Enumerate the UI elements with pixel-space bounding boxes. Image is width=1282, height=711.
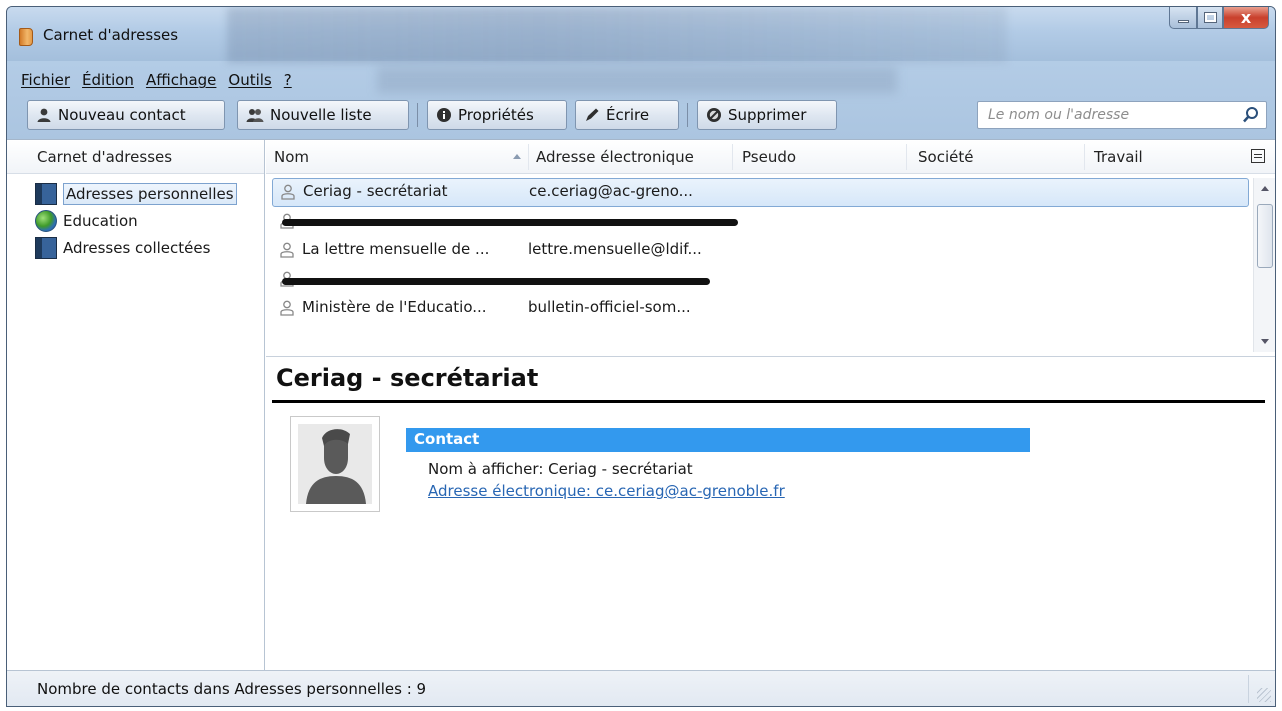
column-divider[interactable]	[528, 144, 529, 170]
sort-ascending-icon	[513, 154, 521, 159]
contact-list-scrollbar[interactable]	[1253, 178, 1275, 352]
new-list-icon	[246, 109, 264, 122]
column-headers: Nom Adresse électronique Pseudo Société …	[266, 140, 1275, 174]
column-divider[interactable]	[1084, 144, 1085, 170]
delete-label: Supprimer	[728, 106, 807, 124]
main-area: Carnet d'adresses Adresses personnelles …	[7, 139, 1275, 706]
contact-section-header: Contact	[406, 428, 1030, 452]
address-book-sidebar: Carnet d'adresses Adresses personnelles …	[7, 140, 265, 670]
menu-bar-background	[377, 67, 897, 93]
title-bar[interactable]: Carnet d'adresses x	[7, 7, 1275, 63]
column-divider[interactable]	[732, 144, 733, 170]
menu-affichage[interactable]: Affichage	[140, 67, 222, 93]
title-bar-background	[227, 7, 1007, 63]
scroll-up-icon[interactable]	[1261, 186, 1269, 191]
status-bar: Nombre de contacts dans Adresses personn…	[7, 670, 1275, 706]
window-title: Carnet d'adresses	[43, 26, 179, 44]
redaction-scribble	[282, 278, 710, 285]
new-contact-button[interactable]: Nouveau contact	[27, 100, 225, 130]
pencil-icon	[586, 108, 599, 121]
status-divider	[1248, 675, 1249, 703]
search-box[interactable]	[977, 101, 1267, 129]
contact-name: Ceriag - secrétariat	[303, 182, 448, 200]
toolbar-separator	[417, 103, 418, 127]
close-button[interactable]: x	[1223, 7, 1269, 29]
address-book-icon	[35, 236, 57, 259]
menu-help[interactable]: ?	[278, 67, 298, 93]
contact-photo	[290, 416, 380, 512]
contact-email: ce.ceriag@ac-greno...	[529, 182, 693, 200]
new-list-label: Nouvelle liste	[270, 106, 372, 124]
contact-list: Nom Adresse électronique Pseudo Société …	[266, 140, 1275, 357]
properties-label: Propriétés	[458, 106, 534, 124]
delete-icon	[707, 108, 721, 122]
toolbar-separator	[687, 103, 688, 127]
contact-name: Ministère de l'Educatio...	[302, 298, 487, 316]
contact-icon	[280, 300, 294, 316]
display-name: Nom à afficher: Ceriag - secrétariat	[428, 460, 693, 478]
table-row[interactable]	[266, 265, 1251, 294]
column-header-societe[interactable]: Société	[918, 148, 973, 166]
maximize-icon	[1204, 13, 1216, 22]
search-icon[interactable]	[1242, 106, 1260, 124]
email-link[interactable]: Adresse électronique: ce.ceriag@ac-greno…	[428, 482, 785, 500]
info-icon	[437, 108, 451, 122]
new-contact-label: Nouveau contact	[58, 106, 186, 124]
column-header-travail[interactable]: Travail	[1094, 148, 1143, 166]
maximize-button[interactable]	[1197, 7, 1223, 29]
menu-edition[interactable]: Édition	[76, 67, 140, 93]
sidebar-item-adresses-personnelles[interactable]: Adresses personnelles	[7, 180, 264, 207]
search-input[interactable]	[986, 102, 1236, 128]
menu-fichier[interactable]: Fichier	[15, 67, 76, 93]
contact-detail-pane: Ceriag - secrétariat Contact Nom à affic…	[266, 358, 1275, 670]
scroll-thumb[interactable]	[1257, 204, 1273, 268]
new-contact-icon	[37, 108, 51, 122]
table-row[interactable]	[266, 207, 1251, 236]
table-row[interactable]: Ceriag - secrétariat ce.ceriag@ac-greno.…	[272, 178, 1249, 207]
sidebar-header: Carnet d'adresses	[7, 140, 264, 174]
title-divider	[272, 400, 1265, 403]
avatar	[298, 424, 372, 504]
column-divider[interactable]	[906, 144, 907, 170]
write-button[interactable]: Écrire	[575, 100, 679, 130]
menu-bar: Fichier Édition Affichage Outils ?	[7, 67, 897, 93]
globe-icon	[35, 209, 57, 232]
resize-grip-icon[interactable]	[1257, 688, 1271, 702]
table-row[interactable]: Ministère de l'Educatio... bulletin-offi…	[266, 294, 1251, 323]
close-icon: x	[1240, 8, 1252, 27]
redaction-scribble	[282, 219, 738, 226]
contact-rows: Ceriag - secrétariat ce.ceriag@ac-greno.…	[266, 178, 1251, 323]
delete-button[interactable]: Supprimer	[697, 100, 837, 130]
column-picker-icon[interactable]	[1251, 149, 1265, 163]
contact-icon	[280, 242, 294, 258]
column-header-adresse[interactable]: Adresse électronique	[536, 148, 694, 166]
address-book-icon	[35, 182, 57, 205]
scroll-down-icon[interactable]	[1261, 339, 1269, 344]
properties-button[interactable]: Propriétés	[427, 100, 567, 130]
minimize-icon	[1177, 20, 1189, 23]
contact-name: La lettre mensuelle de ...	[302, 240, 490, 258]
menu-outils[interactable]: Outils	[222, 67, 277, 93]
contact-detail-title: Ceriag - secrétariat	[276, 364, 539, 392]
sidebar-item-adresses-collectees[interactable]: Adresses collectées	[7, 234, 264, 261]
minimize-button[interactable]	[1169, 7, 1197, 29]
column-header-nom[interactable]: Nom	[274, 148, 309, 166]
contact-icon	[281, 184, 295, 200]
status-text: Nombre de contacts dans Adresses personn…	[37, 680, 427, 698]
write-label: Écrire	[606, 106, 650, 124]
address-book-app-icon	[19, 28, 33, 46]
contact-email: lettre.mensuelle@ldif...	[528, 240, 702, 258]
default-avatar-icon	[306, 429, 366, 504]
contact-email: bulletin-officiel-som...	[528, 298, 691, 316]
table-row[interactable]: La lettre mensuelle de ... lettre.mensue…	[266, 236, 1251, 265]
sidebar-item-label: Adresses personnelles	[63, 182, 237, 205]
toolbar: Nouveau contact Nouvelle liste Propriété…	[7, 97, 1275, 133]
sidebar-item-label: Adresses collectées	[63, 238, 211, 257]
sidebar-item-label: Education	[63, 211, 138, 230]
app-window: Carnet d'adresses x Fichier Édition Affi…	[6, 6, 1276, 707]
sidebar-item-education[interactable]: Education	[7, 207, 264, 234]
column-header-pseudo[interactable]: Pseudo	[742, 148, 796, 166]
window-controls: x	[1169, 7, 1269, 29]
new-list-button[interactable]: Nouvelle liste	[237, 100, 409, 130]
